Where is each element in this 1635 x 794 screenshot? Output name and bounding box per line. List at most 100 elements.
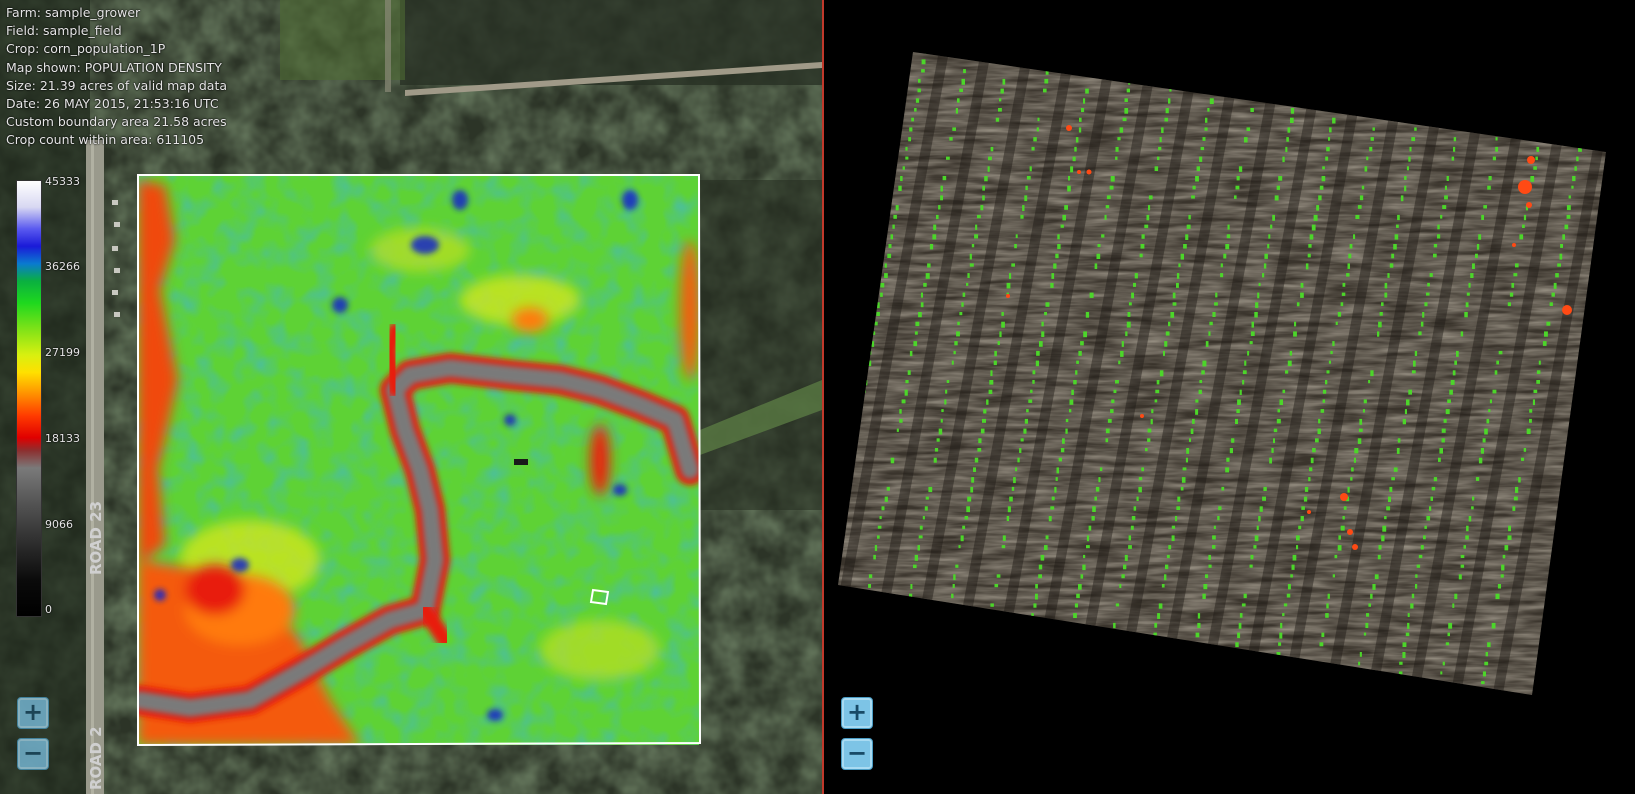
plant-marker: [1359, 652, 1362, 657]
plant-marker: [1588, 88, 1593, 93]
plant-marker: [1226, 234, 1231, 239]
plant-marker: [944, 399, 947, 405]
plant-marker: [1307, 253, 1311, 258]
plant-marker: [1065, 418, 1069, 423]
plant-marker: [1287, 127, 1291, 133]
plant-marker: [1447, 632, 1450, 637]
plant-marker: [850, 224, 853, 228]
plant-marker: [1031, 146, 1035, 151]
plant-marker: [1085, 312, 1090, 318]
plant-marker: [882, 52, 886, 54]
plant-marker: [1224, 701, 1227, 707]
plant-marker: [1435, 701, 1437, 706]
plant-marker: [1443, 418, 1447, 423]
plant-marker: [1442, 661, 1445, 666]
plant-marker: [1357, 205, 1362, 209]
plant-marker: [919, 525, 923, 530]
plant-marker: [879, 516, 882, 520]
plant-marker: [1397, 438, 1401, 443]
plant-marker: [1296, 545, 1299, 550]
plant-marker: [1124, 554, 1128, 561]
plant-marker: [941, 409, 944, 413]
date-info: Date: 26 MAY 2015, 21:53:16 UTC: [6, 96, 219, 112]
plant-marker: [1402, 652, 1406, 658]
plant-marker: [1296, 78, 1301, 83]
plant-marker: [977, 214, 981, 219]
plant-marker: [1037, 117, 1040, 122]
plant-marker: [1480, 448, 1484, 454]
plant-marker: [933, 224, 937, 231]
plant-marker: [862, 613, 866, 618]
zoom-in-button[interactable]: +: [17, 697, 49, 729]
plant-marker: [998, 108, 1002, 112]
plant-marker: [1199, 156, 1203, 162]
plant-marker: [1540, 127, 1544, 134]
plant-marker: [1486, 418, 1490, 424]
plant-marker: [1000, 88, 1004, 94]
plant-marker: [1318, 418, 1321, 424]
plant-marker: [890, 234, 893, 240]
plant-marker: [1384, 292, 1388, 298]
plant-marker: [1172, 292, 1176, 299]
plant-marker: [1255, 302, 1259, 308]
plant-marker: [1242, 370, 1247, 375]
zoom-out-button[interactable]: −: [17, 738, 49, 770]
zoom-in-button[interactable]: +: [841, 697, 873, 729]
plant-marker: [1044, 78, 1049, 84]
plant-marker: [1107, 418, 1112, 423]
plant-marker: [1389, 486, 1393, 492]
plant-marker: [1020, 214, 1024, 219]
plant-marker: [881, 506, 885, 511]
plant-marker: [1572, 176, 1576, 182]
plant-marker: [1250, 554, 1254, 560]
plant-marker: [1078, 584, 1082, 590]
plant-marker: [1580, 137, 1585, 141]
plant-marker: [1337, 545, 1342, 551]
plant-marker: [1257, 292, 1260, 299]
plant-marker: [1181, 477, 1186, 483]
population-map-pane[interactable]: ROAD 23 ROAD 2 Farm: sample_grower Field…: [0, 0, 822, 794]
plant-marker: [1079, 117, 1082, 122]
density-heatmap[interactable]: [138, 175, 700, 745]
plant-marker: [1384, 59, 1388, 64]
plant-marker: [1128, 78, 1131, 85]
plant-marker: [1203, 584, 1208, 590]
zoom-out-button[interactable]: −: [841, 738, 873, 770]
plant-marker: [1315, 438, 1319, 443]
road-label: ROAD 23: [87, 501, 105, 575]
plant-marker: [1080, 574, 1084, 579]
zoomed-field-image[interactable]: [824, 0, 1635, 794]
plant-marker: [932, 234, 937, 240]
plant-marker: [858, 176, 863, 181]
plant-marker: [1105, 205, 1110, 209]
plant-marker: [1181, 710, 1184, 713]
plant-marker: [1202, 360, 1207, 367]
plant-marker: [1259, 59, 1263, 65]
plant-marker: [1199, 380, 1203, 384]
plant-marker: [1427, 59, 1430, 63]
plant-marker: [1133, 59, 1137, 66]
plant-marker: [988, 156, 992, 161]
plant-marker: [1115, 146, 1119, 152]
plant-marker: [1422, 78, 1427, 83]
plant-marker: [1485, 652, 1488, 657]
plant-marker: [1463, 88, 1467, 93]
legend-label: 27199: [45, 346, 80, 359]
plant-marker: [1212, 545, 1216, 549]
plant-marker: [931, 701, 935, 706]
plant-marker: [1465, 69, 1469, 74]
plant-marker: [1048, 59, 1053, 66]
boundary-info: Custom boundary area 21.58 acres: [6, 114, 227, 130]
plant-marker: [1231, 438, 1235, 443]
plant-marker: [828, 351, 831, 354]
plant-marker: [1011, 486, 1015, 491]
plant-marker: [1139, 253, 1143, 258]
stand-count-pane[interactable]: + −: [824, 0, 1635, 794]
plant-marker: [855, 195, 859, 199]
plant-marker: [1353, 457, 1356, 463]
plant-marker: [1234, 195, 1237, 199]
plant-marker: [1546, 321, 1551, 326]
plant-marker: [1388, 496, 1391, 502]
plant-marker: [1238, 622, 1242, 629]
plant-marker: [1282, 613, 1285, 617]
